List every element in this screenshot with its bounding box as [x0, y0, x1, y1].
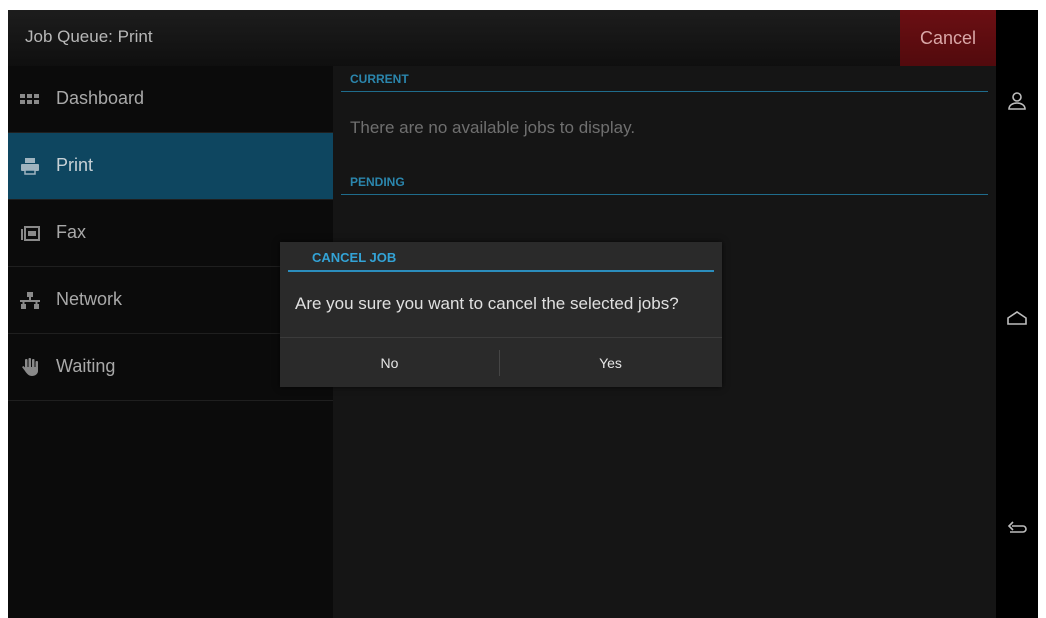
yes-button[interactable]: Yes [499, 338, 722, 388]
cancel-job-dialog: CANCEL JOB Are you sure you want to canc… [280, 242, 722, 387]
dialog-title: CANCEL JOB [312, 250, 397, 265]
modal-overlay: CANCEL JOB Are you sure you want to canc… [8, 10, 1038, 618]
dialog-title-bar: CANCEL JOB [288, 242, 714, 272]
no-button[interactable]: No [280, 338, 499, 388]
dialog-button-bar: No Yes [280, 337, 722, 388]
dialog-message: Are you sure you want to cancel the sele… [295, 294, 679, 313]
screen: Job Queue: Print Cancel Dashboard Print [8, 10, 1038, 618]
